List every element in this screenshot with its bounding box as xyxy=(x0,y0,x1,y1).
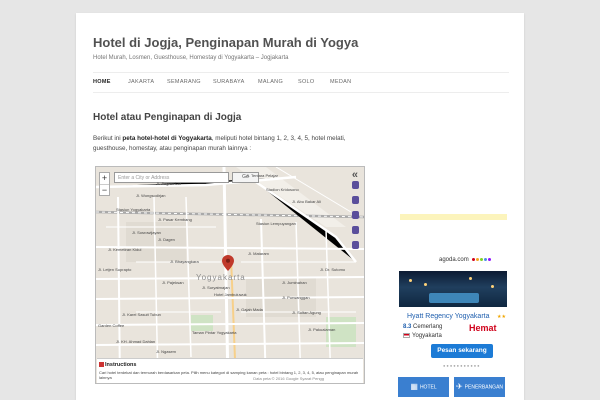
entry-text-bold: peta hotel-hotel di Yogyakarta xyxy=(122,135,212,142)
site-description: Hotel Murah, Losmen, Guesthouse, Homesta… xyxy=(93,55,289,61)
map-label: Jl. Dagen xyxy=(158,237,175,242)
instructions-icon xyxy=(99,362,104,367)
map-label: Jl. Dr. Sutomo xyxy=(320,267,346,272)
category-pin-icon[interactable] xyxy=(352,241,359,249)
nav-item-solo[interactable]: SOLO xyxy=(298,79,314,85)
nav-item-home[interactable]: HOME xyxy=(93,79,111,85)
map-label: Jl. Kemetiran Kidul xyxy=(108,247,142,252)
nav-item-jakarta[interactable]: JAKARTA xyxy=(128,79,154,85)
photo-light xyxy=(469,277,472,280)
map-label: Garden Coffee xyxy=(98,323,125,328)
hotel-photo[interactable] xyxy=(399,271,507,307)
tab-hotel-label: HOTEL xyxy=(419,384,437,391)
instructions-title: Instructions xyxy=(105,362,137,368)
agoda-dot xyxy=(475,258,479,261)
map-label: Jl. Bhayangkara xyxy=(170,259,199,264)
indonesia-flag-icon xyxy=(403,333,410,338)
agoda-brand-text: agoda.com xyxy=(439,257,469,263)
map-label: Jl. Abu Bakar Ali xyxy=(292,199,321,204)
map-label: Jl. Sosrowijayan xyxy=(132,230,161,235)
map-label: Jl. Letjen Suprapto xyxy=(98,267,132,272)
hotel-map[interactable]: + − Enter a City or Address Go « Stadion… xyxy=(95,166,365,384)
map-label: Jl. Pasar Kembang xyxy=(158,217,192,222)
entry-text-before: Berikut ini xyxy=(93,135,123,142)
nav-item-surabaya[interactable]: SURABAYA xyxy=(213,79,245,85)
hemat-badge: Hemat xyxy=(469,323,497,333)
map-label: Jl. Wongsodirjan xyxy=(136,193,166,198)
map-label: Jl. Gajah Mada xyxy=(236,307,263,312)
location-marker-icon[interactable] xyxy=(222,255,234,271)
agoda-dots xyxy=(471,257,491,263)
zoom-in-button[interactable]: + xyxy=(100,173,109,184)
hotel-rating: 8.3 Cemerlang xyxy=(403,324,442,330)
category-pin-icon[interactable] xyxy=(352,211,359,219)
category-pins xyxy=(352,181,360,256)
main-navigation: HOME JAKARTA SEMARANG SURABAYA MALANG SO… xyxy=(93,72,509,93)
photo-pool xyxy=(429,293,479,303)
category-pin-icon[interactable] xyxy=(352,226,359,234)
page-container: Hotel di Jogja, Penginapan Murah di Yogy… xyxy=(76,13,524,400)
booking-tabs: ▦ HOTEL ✈ PENERBANGAN xyxy=(398,377,508,397)
map-label: Jl. Suryatmajan xyxy=(202,285,230,290)
category-pin-icon[interactable] xyxy=(352,196,359,204)
airplane-icon: ✈ xyxy=(455,382,463,391)
map-label: Jl. Sultan Agung xyxy=(292,310,321,315)
map-label: Jl. Purwanggan xyxy=(282,295,310,300)
zoom-out-button[interactable]: − xyxy=(100,184,109,195)
entry-intro: Berikut ini peta hotel-hotel di Yogyakar… xyxy=(93,134,363,154)
map-label: Jl. Jlagran Lor xyxy=(156,181,182,186)
hotel-name-link[interactable]: Hyatt Regency Yogyakarta xyxy=(407,313,490,320)
sidebar-widget-bar xyxy=(400,214,507,220)
map-label: Jl. Pajeksan xyxy=(162,280,184,285)
agoda-dot xyxy=(487,258,491,261)
nav-item-medan[interactable]: MEDAN xyxy=(330,79,351,85)
map-label: Stasiun Lempuyangan xyxy=(256,221,296,226)
map-label: Jl. Mataram xyxy=(248,251,269,256)
nav-item-semarang[interactable]: SEMARANG xyxy=(167,79,201,85)
photo-light xyxy=(424,283,427,286)
category-pin-icon[interactable] xyxy=(352,181,359,189)
map-label: Jl. Tentara Pelajar xyxy=(246,173,278,178)
nav-item-malang[interactable]: MALANG xyxy=(258,79,283,85)
tab-penerbangan[interactable]: ✈ PENERBANGAN xyxy=(454,377,505,397)
map-label: Taman Pintar Yogyakarta xyxy=(192,330,237,335)
book-now-button[interactable]: Pesan sekarang xyxy=(431,344,493,358)
map-city-label: Yogyakarta xyxy=(196,273,246,282)
entry-title: Hotel atau Penginapan di Jogja xyxy=(93,112,242,123)
agoda-dot xyxy=(479,258,483,261)
map-label: Jl. Karel Sasuit Tubun xyxy=(122,312,161,317)
building-icon: ▦ xyxy=(410,382,418,391)
star-rating: ★★ xyxy=(497,314,506,320)
photo-light xyxy=(409,279,412,282)
tab-hotel[interactable]: ▦ HOTEL xyxy=(398,377,449,397)
map-label: Stadion Kridosono xyxy=(266,187,299,192)
map-label: Jl. Juminahan xyxy=(282,280,307,285)
hotel-city-text: Yogyakarta xyxy=(412,333,442,340)
collapse-icon[interactable]: « xyxy=(352,169,358,181)
agoda-dot xyxy=(471,258,475,261)
rating-text: Cemerlang xyxy=(413,324,443,330)
map-label: Jl. KH. Ahmad Dahlan xyxy=(116,339,156,344)
map-label: Hotel Jambuluwuk xyxy=(214,292,247,297)
rating-value: 8.3 xyxy=(403,324,412,330)
agoda-logo: agoda.com xyxy=(439,257,491,263)
hotel-city: Yogyakarta xyxy=(403,333,442,339)
agoda-hotel-widget: agoda.com Hyatt Regency Yogyakarta ★★ 8.… xyxy=(397,257,507,373)
photo-light xyxy=(491,285,494,288)
carousel-pager[interactable]: ●●●●●●●●●●● xyxy=(443,363,481,368)
tab-penerbangan-label: PENERBANGAN xyxy=(464,384,504,391)
zoom-control: + − xyxy=(99,172,110,196)
site-title[interactable]: Hotel di Jogja, Penginapan Murah di Yogy… xyxy=(93,35,358,50)
map-attribution: Data peta © 2016 Google Syarat Pengg xyxy=(253,376,324,381)
map-label: Jl. Pakualaman xyxy=(308,327,336,332)
map-label: Stasiun Yogyakarta xyxy=(116,207,151,212)
agoda-dot xyxy=(483,258,487,261)
map-label: Jl. Ngasem xyxy=(156,349,177,354)
